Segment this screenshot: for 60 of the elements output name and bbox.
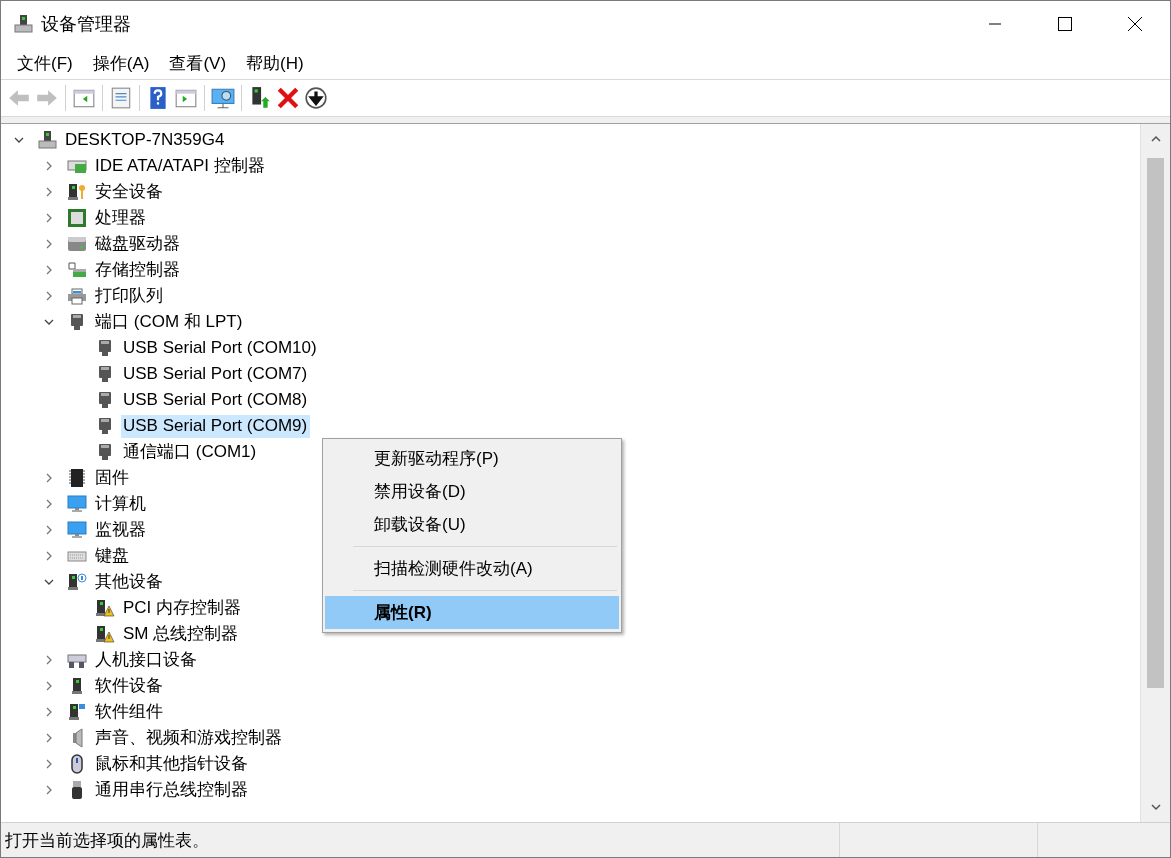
tree-item[interactable]: 通信端口 (COM1) xyxy=(121,439,260,465)
unknown-device-icon xyxy=(67,572,87,592)
context-menu-item[interactable]: 扫描检测硬件改动(A) xyxy=(325,552,619,585)
tree-item[interactable]: 安全设备 xyxy=(93,179,166,205)
status-text: 打开当前选择项的属性表。 xyxy=(4,830,210,852)
component-device-icon xyxy=(67,702,87,722)
tree-item[interactable]: USB Serial Port (COM8) xyxy=(121,388,311,412)
tree-item[interactable]: USB Serial Port (COM9) xyxy=(121,414,311,438)
tree-item[interactable]: 声音、视频和游戏控制器 xyxy=(93,725,285,751)
warning-device-icon xyxy=(95,624,115,644)
scan-monitor-icon[interactable] xyxy=(211,86,235,110)
tree-item[interactable]: 监视器 xyxy=(93,517,149,543)
tree-item[interactable]: 打印队列 xyxy=(93,283,166,309)
key-device-icon xyxy=(67,182,87,202)
scrollbar[interactable] xyxy=(1140,124,1170,822)
tree-item[interactable]: 计算机 xyxy=(93,491,149,517)
maximize-icon[interactable] xyxy=(1058,17,1072,31)
storage-card-icon xyxy=(67,260,87,280)
tree-item[interactable]: SM 总线控制器 xyxy=(121,621,242,647)
menu-item[interactable]: 查看(V) xyxy=(159,49,237,77)
window-title: 设备管理器 xyxy=(41,13,132,36)
disk-drive-icon xyxy=(67,234,87,254)
delete-x-icon[interactable] xyxy=(276,86,300,110)
context-menu-item[interactable]: 更新驱动程序(P) xyxy=(325,442,619,475)
menu-item[interactable]: 文件(F) xyxy=(7,49,83,77)
monitor-icon xyxy=(67,494,87,514)
tree-item[interactable]: 其他设备 xyxy=(93,569,166,595)
tree-item[interactable]: PCI 内存控制器 xyxy=(121,595,245,621)
chip-icon xyxy=(67,468,87,488)
tree-item[interactable]: IDE ATA/ATAPI 控制器 xyxy=(93,153,268,179)
tree-item[interactable]: USB Serial Port (COM7) xyxy=(121,362,311,386)
tree-item[interactable]: 通用串行总线控制器 xyxy=(93,777,251,803)
processor-icon xyxy=(67,208,87,228)
properties-icon[interactable] xyxy=(109,86,133,110)
context-menu-item[interactable]: 属性(R) xyxy=(325,596,619,629)
tree-item[interactable]: 鼠标和其他指针设备 xyxy=(93,751,251,777)
scrollbar-thumb[interactable] xyxy=(1147,158,1164,688)
tree-item[interactable]: 存储控制器 xyxy=(93,257,183,283)
menu-item[interactable]: 操作(A) xyxy=(82,49,160,77)
tree-item[interactable]: 磁盘驱动器 xyxy=(93,231,183,257)
context-menu-item[interactable]: 禁用设备(D) xyxy=(325,475,619,508)
warning-device-icon xyxy=(95,598,115,618)
download-circle-icon[interactable] xyxy=(304,86,328,110)
tree-item[interactable]: 软件设备 xyxy=(93,673,166,699)
tree-item[interactable]: USB Serial Port (COM10) xyxy=(121,336,320,360)
menu-item[interactable]: 帮助(H) xyxy=(236,49,314,77)
computer-icon xyxy=(13,14,33,34)
scroll-down-icon[interactable] xyxy=(1149,801,1162,813)
tree-item[interactable]: 固件 xyxy=(93,465,132,491)
tree-item[interactable]: 端口 (COM 和 LPT) xyxy=(93,309,246,335)
context-menu-item[interactable]: 卸载设备(U) xyxy=(325,508,619,541)
close-icon[interactable] xyxy=(1128,17,1142,31)
printer-icon xyxy=(67,286,87,306)
computer-icon xyxy=(37,130,57,150)
tree-item[interactable]: 人机接口设备 xyxy=(93,647,200,673)
monitor-icon xyxy=(67,520,87,540)
tree-item[interactable]: DESKTOP-7N359G4 xyxy=(63,128,228,152)
tree-item[interactable]: 键盘 xyxy=(93,543,132,569)
tree-item[interactable]: 软件组件 xyxy=(93,699,166,725)
tree-item[interactable]: 处理器 xyxy=(93,205,149,231)
